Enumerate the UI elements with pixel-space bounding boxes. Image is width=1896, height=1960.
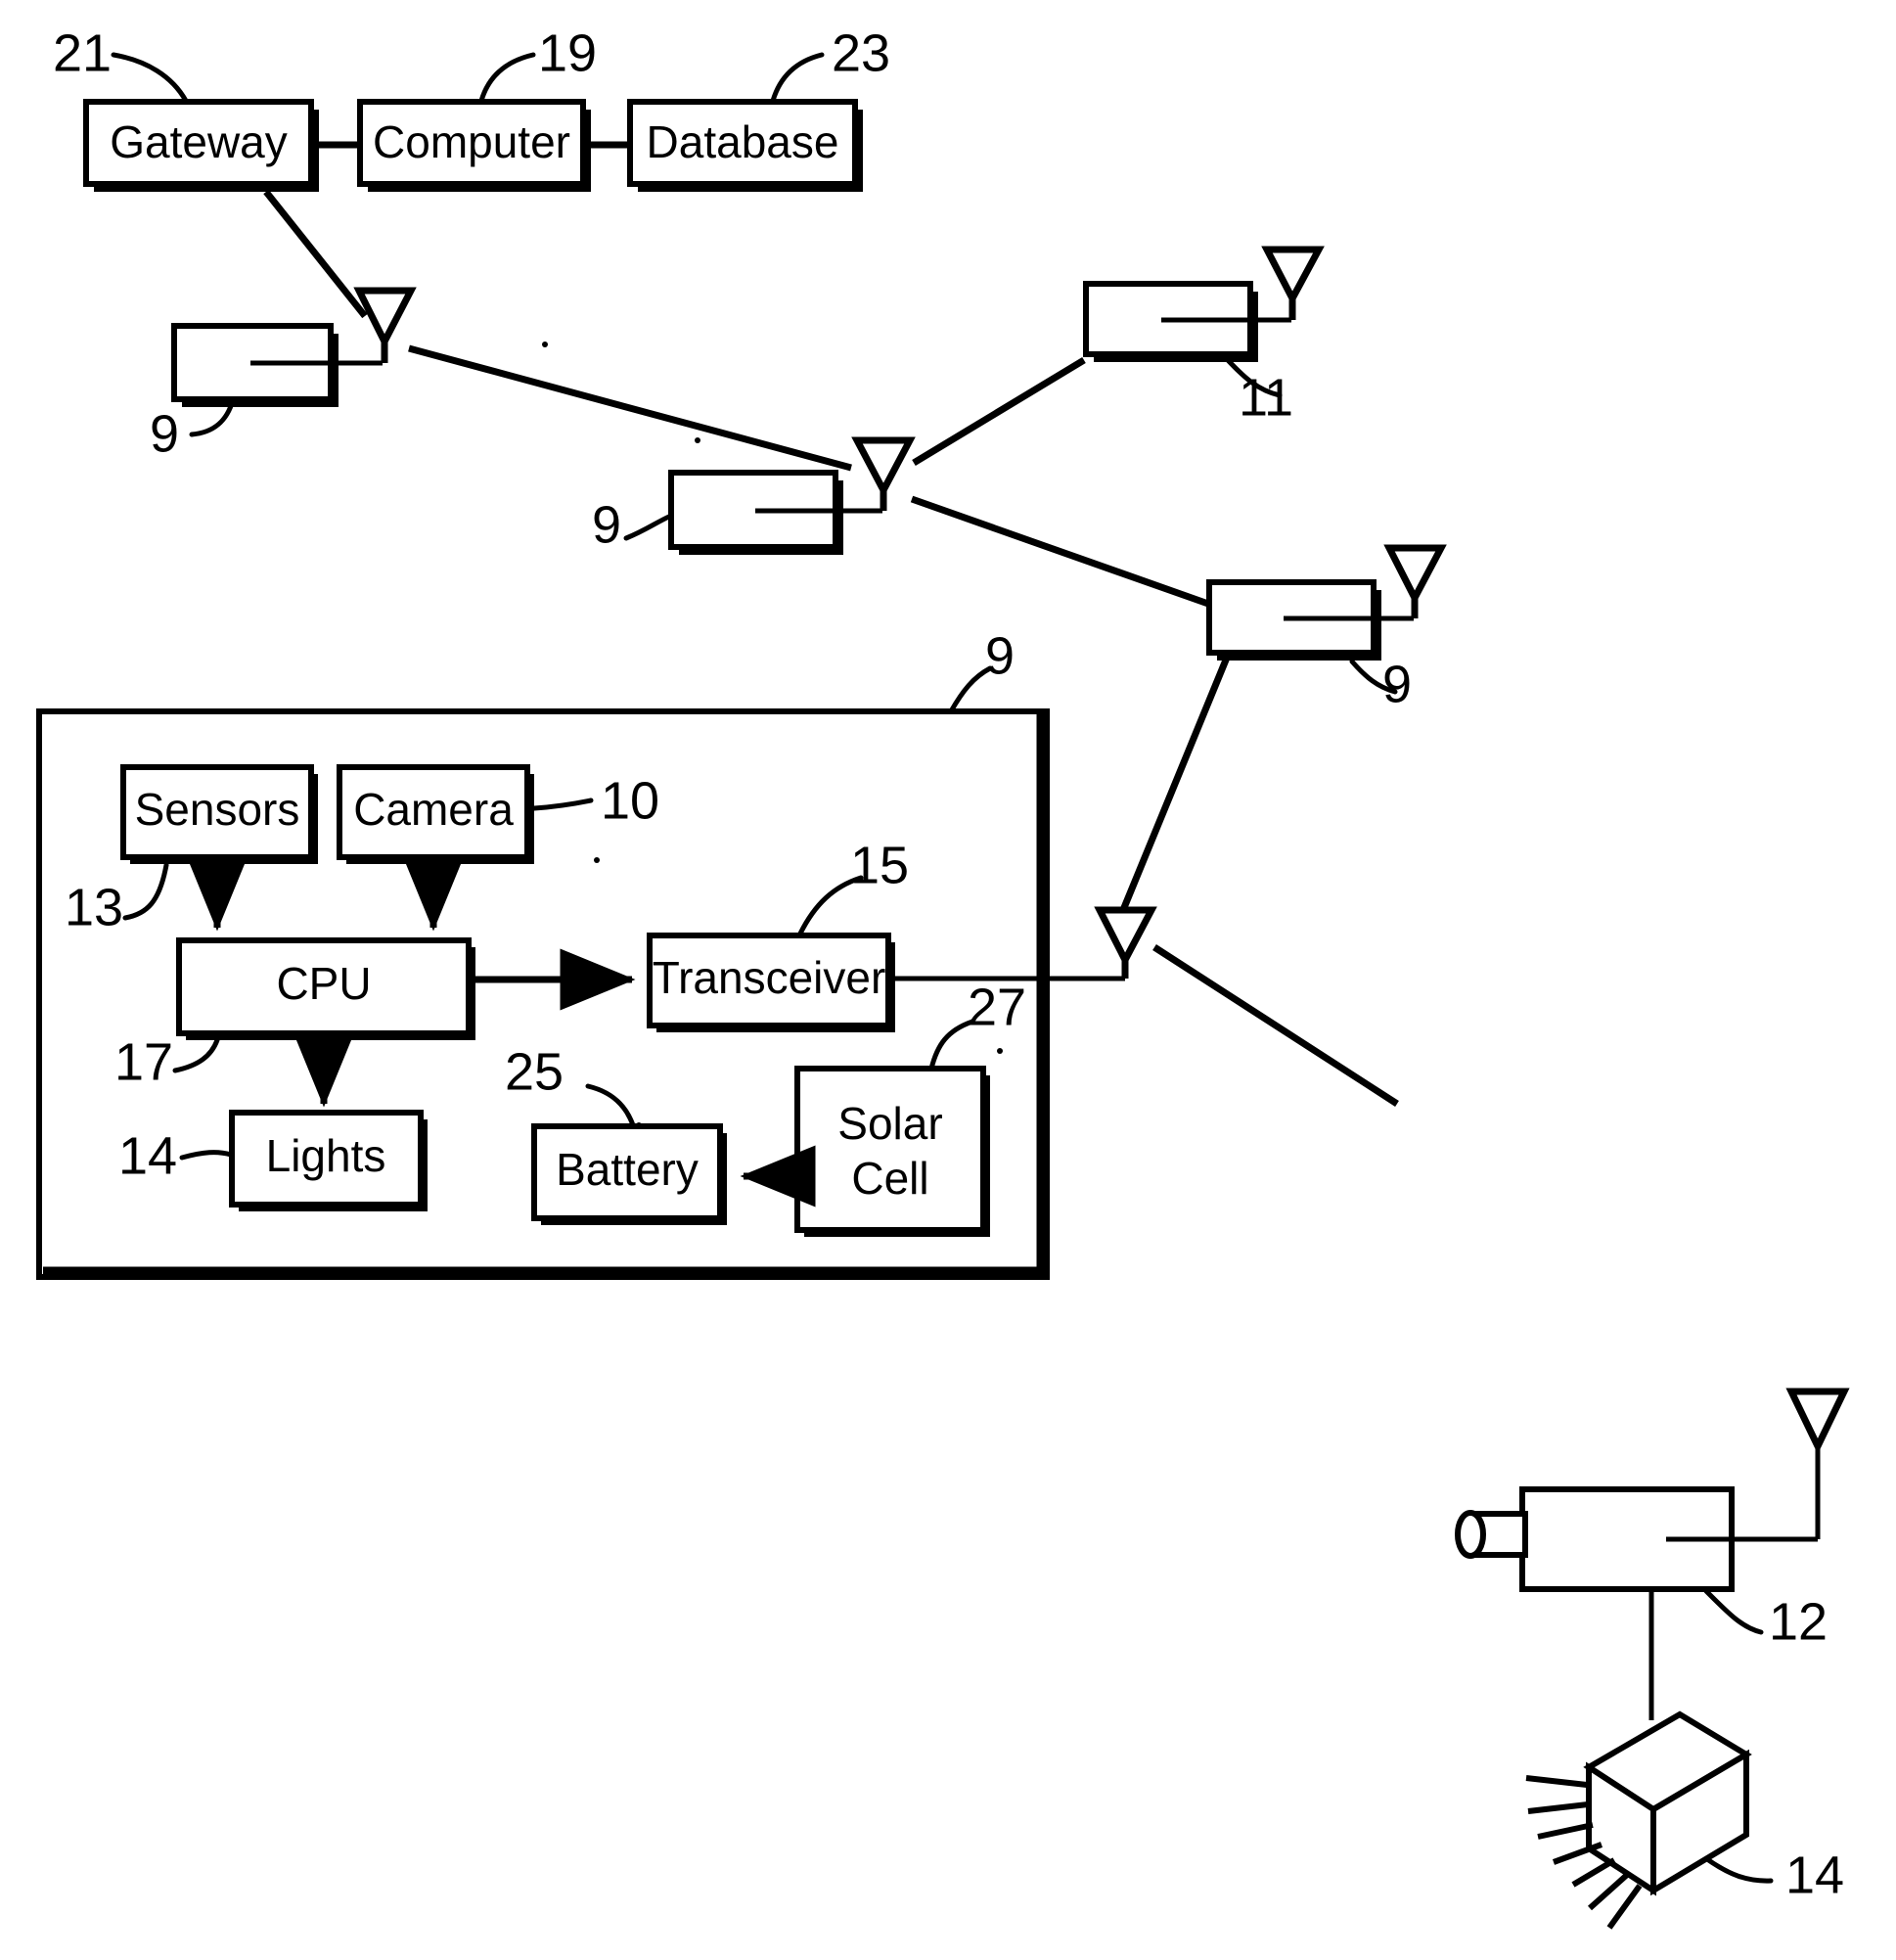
ref-numeral-15: 15 <box>850 836 909 894</box>
solar-cell-label-line2: Cell <box>851 1153 928 1204</box>
leader-14-light-fixture <box>1704 1856 1774 1884</box>
scan-artifact-dot-1 <box>542 342 548 347</box>
ref-numeral-21: 21 <box>53 23 112 82</box>
camera-device-antenna-icon <box>1785 1388 1850 1455</box>
sensor-node-right[interactable]: 9 <box>1206 544 1447 713</box>
wireless-link-gateway-to-node-a <box>263 189 368 319</box>
battery-label: Battery <box>556 1144 699 1195</box>
ref-numeral-17: 17 <box>114 1032 173 1091</box>
ref-numeral-14-light-fixture: 14 <box>1785 1846 1844 1904</box>
ref-numeral-13: 13 <box>65 878 123 936</box>
wireless-link-detail-node-to-camera-device <box>1152 944 1399 1107</box>
node-b-antenna-icon <box>851 436 916 498</box>
leader-23 <box>770 52 825 104</box>
ref-numeral-23: 23 <box>832 23 890 82</box>
leader-12 <box>1703 1588 1764 1635</box>
wireless-link-node-b-to-node-d <box>910 495 1210 608</box>
lights-label: Lights <box>266 1130 386 1181</box>
light-fixture[interactable]: 14 <box>1525 1710 1844 1930</box>
solar-cell-label-line1: Solar <box>837 1098 942 1149</box>
node-c-antenna-icon <box>1261 246 1325 306</box>
ref-numeral-9-node-d: 9 <box>1382 655 1412 713</box>
ref-numeral-14-lights: 14 <box>118 1126 177 1185</box>
patent-figure: Gateway Computer Database 21 19 23 9 11 … <box>0 0 1896 1960</box>
node-a-antenna-icon <box>353 287 417 349</box>
ref-numeral-27: 27 <box>968 978 1026 1036</box>
ref-numeral-9-detail-node: 9 <box>985 626 1015 685</box>
figure-canvas: Gateway Computer Database 21 19 23 9 11 … <box>36 23 1850 1930</box>
camera-label: Camera <box>353 784 514 835</box>
sensor-node-center[interactable]: 9 <box>592 436 916 555</box>
camera-device[interactable]: 12 <box>1455 1388 1850 1720</box>
solar-cell-box[interactable] <box>794 1066 986 1233</box>
leader-node-b-9 <box>623 513 674 541</box>
ref-numeral-25: 25 <box>505 1042 564 1101</box>
computer-label: Computer <box>373 116 570 167</box>
scan-artifact-dot-3 <box>594 857 600 863</box>
wireless-link-node-c-to-node-b <box>912 357 1086 466</box>
ref-numeral-11-node-c: 11 <box>1239 368 1293 427</box>
scan-artifact-dot-5 <box>997 1048 1003 1054</box>
ref-numeral-9-node-a: 9 <box>150 404 179 463</box>
sensors-label: Sensors <box>135 784 300 835</box>
ref-numeral-10: 10 <box>601 771 659 830</box>
cpu-label: CPU <box>276 958 371 1009</box>
ref-numeral-12: 12 <box>1769 1592 1828 1651</box>
database-label: Database <box>647 116 839 167</box>
leader-19 <box>478 52 536 104</box>
transceiver-label: Transceiver <box>653 952 886 1003</box>
wireless-link-node-a-to-node-b <box>408 344 852 472</box>
detail-node-antenna-icon <box>1094 906 1157 968</box>
sensor-node-upper-right[interactable]: 11 <box>1083 246 1325 427</box>
leader-21 <box>111 52 189 104</box>
scan-artifact-dot-2 <box>695 437 700 443</box>
wireless-link-node-d-to-detail-node <box>1119 656 1231 912</box>
ref-numeral-19: 19 <box>538 23 597 82</box>
camera-device-lens-icon <box>1455 1510 1486 1559</box>
gateway-label: Gateway <box>110 116 288 167</box>
scan-artifact-dot-4 <box>636 1122 642 1128</box>
ref-numeral-9-node-b: 9 <box>592 495 621 554</box>
sensor-node-upper-left[interactable]: 9 <box>150 287 417 463</box>
node-d-antenna-icon <box>1383 544 1447 606</box>
